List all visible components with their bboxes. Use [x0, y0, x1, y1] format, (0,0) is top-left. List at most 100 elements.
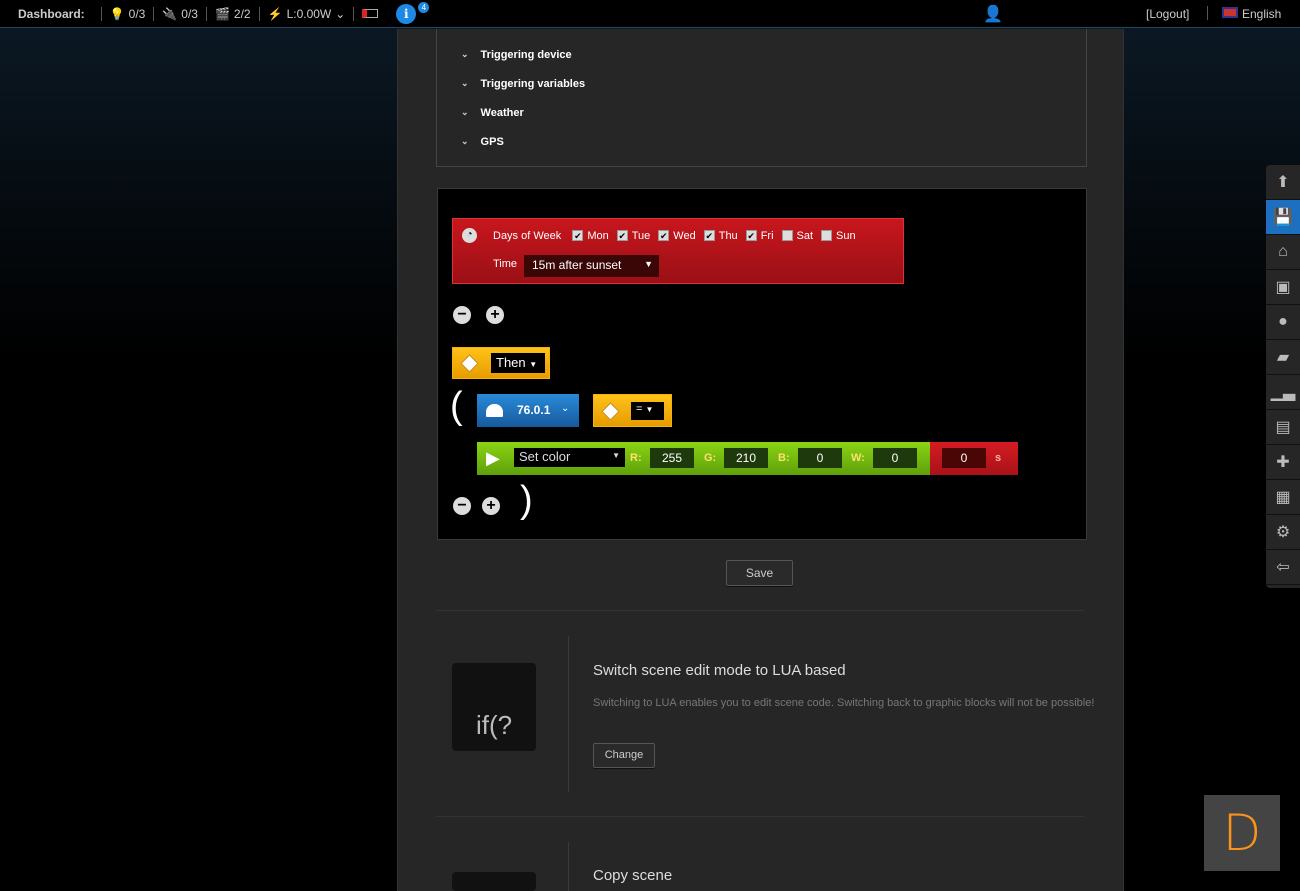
checkbox[interactable]: ✔ [572, 230, 584, 241]
right-sidebar: ⬆ 💾 ⌂ ▣ ● ▰ ▁▃ ▤ ✚ ▦ ⚙ ⇦ [1266, 165, 1300, 588]
time-condition-block[interactable]: ◔ Days of Week ✔ Mon ✔ Tue ✔ Wed ✔ Thu ✔ Fri Sat Su… [452, 218, 904, 284]
remove-action-button[interactable]: − [453, 497, 471, 515]
divider [568, 842, 569, 891]
device-label: 76.0.1 [517, 403, 551, 417]
chart-icon[interactable]: ▁▃ [1266, 375, 1300, 410]
settings-icon[interactable]: ⚙ [1266, 515, 1300, 550]
battery-icon [362, 9, 379, 18]
then-block[interactable]: Then ▼ [452, 347, 550, 379]
power-status[interactable]: ⚡ L:0.00W ⌄ [258, 6, 354, 21]
open-paren: ( [450, 385, 463, 427]
exit-icon[interactable]: ⇦ [1266, 550, 1300, 585]
devices-icon[interactable]: ▣ [1266, 270, 1300, 305]
change-button[interactable]: Change [593, 743, 655, 768]
b-input[interactable]: 0 [798, 448, 842, 468]
battery-status[interactable] [353, 6, 386, 21]
lua-description: Switching to LUA enables you to edit sce… [593, 697, 1095, 709]
g-input[interactable]: 210 [724, 448, 768, 468]
day-checkbox-thu[interactable]: ✔ Thu [703, 230, 738, 242]
info-icon[interactable]: i [396, 3, 417, 24]
delay-block: 0 s [930, 442, 1018, 475]
device-icon [486, 404, 503, 417]
dropdown-arrow-icon: ▼ [529, 360, 538, 369]
time-select[interactable]: 15m after sunset ▼ [524, 255, 659, 277]
chevron-down-icon: ⌄ [335, 6, 346, 21]
plugins-icon[interactable]: ✚ [1266, 445, 1300, 480]
divider [1207, 6, 1208, 20]
g-label: G: [704, 452, 717, 464]
scenes-status[interactable]: 🎬 2/2 [205, 6, 259, 21]
action-select[interactable]: Set color ▼ [514, 448, 625, 467]
dashboard-label: Dashboard: [18, 6, 85, 21]
delay-unit: s [995, 452, 1002, 464]
uk-flag-icon [1222, 7, 1238, 18]
trigger-item[interactable]: ⌄ GPS [461, 136, 504, 148]
checkbox[interactable]: ✔ [745, 230, 757, 241]
checkbox[interactable]: ✔ [703, 230, 715, 241]
save-button[interactable]: Save [726, 560, 793, 586]
operator-block[interactable]: = ▼ [593, 394, 672, 427]
scroll-top-icon[interactable]: ⬆ [1266, 165, 1300, 200]
add-condition-button[interactable]: + [486, 306, 504, 324]
logout-link[interactable]: [Logout] [1146, 7, 1189, 21]
scene-block-editor: ◔ Days of Week ✔ Mon ✔ Tue ✔ Wed ✔ Thu ✔ Fri Sat Su… [437, 188, 1087, 540]
day-checkbox-mon[interactable]: ✔ Mon [572, 230, 609, 242]
plug-icon: 🔌 [162, 6, 178, 21]
logo-d: D [1204, 795, 1280, 871]
info-badge: 4 [418, 2, 430, 13]
language-selector[interactable]: English [1222, 7, 1281, 21]
b-label: B: [778, 452, 790, 464]
r-input[interactable]: 255 [650, 448, 694, 468]
chevron-down-icon: ⌄ [461, 78, 469, 88]
day-checkbox-wed[interactable]: ✔ Wed [658, 230, 696, 242]
then-select[interactable]: Then ▼ [491, 353, 545, 373]
divider [568, 636, 569, 792]
remove-condition-button[interactable]: − [453, 306, 471, 324]
days-row: Days of Week ✔ Mon ✔ Tue ✔ Wed ✔ Thu ✔ Fri Sat Sun [493, 230, 856, 242]
user-icon[interactable]: 👤 [983, 4, 1003, 24]
trigger-item[interactable]: ⌄ Triggering device [461, 49, 572, 61]
checkbox[interactable] [821, 230, 833, 241]
divider [436, 610, 1084, 611]
trigger-item[interactable]: ⌄ Weather [461, 107, 524, 119]
lua-clapper-icon: if(? [452, 663, 536, 751]
schedule-icon[interactable]: ▦ [1266, 480, 1300, 515]
day-checkbox-tue[interactable]: ✔ Tue [616, 230, 650, 242]
add-action-button[interactable]: + [482, 497, 500, 515]
save-icon[interactable]: 💾 [1266, 200, 1300, 235]
lights-status[interactable]: 💡 0/3 [100, 6, 154, 21]
close-paren: ) [520, 479, 533, 521]
trigger-list: ⌄ Triggering device ⌄ Triggering variables… [436, 29, 1087, 167]
divider [436, 816, 1084, 817]
diamond-icon [601, 402, 620, 421]
checkbox[interactable] [781, 230, 793, 241]
clapper-icon: 🎬 [214, 6, 230, 21]
plugs-status[interactable]: 🔌 0/3 [153, 6, 206, 21]
play-icon: ▶ [486, 448, 500, 468]
w-label: W: [851, 452, 865, 464]
bulb-icon[interactable]: ● [1266, 305, 1300, 340]
action-block[interactable]: ▶ Set color ▼ R: 255 G: 210 B: 0 W: 0 [477, 442, 930, 475]
device-block[interactable]: 76.0.1 ⌄ [477, 394, 579, 427]
trigger-item[interactable]: ⌄ Triggering variables [461, 78, 585, 90]
w-input[interactable]: 0 [873, 448, 917, 468]
lua-title: Switch scene edit mode to LUA based [593, 662, 846, 679]
day-checkbox-sun[interactable]: Sun [821, 230, 856, 242]
chevron-down-icon: ⌄ [561, 403, 570, 414]
time-label: Time [493, 258, 518, 270]
dropdown-arrow-icon: ▼ [612, 451, 620, 460]
checkbox[interactable]: ✔ [616, 230, 628, 241]
dropdown-arrow-icon: ▼ [645, 405, 654, 414]
delay-input[interactable]: 0 [942, 448, 986, 468]
chevron-down-icon: ⌄ [461, 49, 469, 59]
operator-select[interactable]: = ▼ [631, 402, 664, 420]
day-checkbox-sat[interactable]: Sat [781, 230, 813, 242]
home-icon[interactable]: ⌂ [1266, 235, 1300, 270]
box-icon[interactable]: ▤ [1266, 410, 1300, 445]
chevron-down-icon: ⌄ [461, 107, 469, 117]
lightning-icon: ⚡ [267, 6, 283, 21]
checkbox[interactable]: ✔ [658, 230, 670, 241]
clapper-icon[interactable]: ▰ [1266, 340, 1300, 375]
day-checkbox-fri[interactable]: ✔ Fri [745, 230, 774, 242]
bulb-icon: 💡 [109, 6, 125, 21]
